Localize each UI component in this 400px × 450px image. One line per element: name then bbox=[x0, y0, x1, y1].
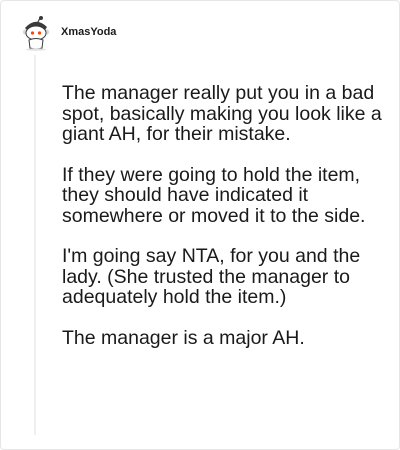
comment-header: XmasYoda bbox=[21, 15, 116, 51]
comment-paragraph: The manager really put you in a bad spot… bbox=[62, 82, 382, 145]
comment-paragraph: If they were going to hold the item, the… bbox=[62, 163, 366, 227]
comment-author[interactable]: XmasYoda bbox=[61, 26, 116, 38]
comment-card: XmasYoda The manager really put you in a… bbox=[0, 0, 400, 450]
comment-paragraph: I'm going say NTA, for you and the lady.… bbox=[62, 245, 361, 308]
thread-line[interactable] bbox=[34, 55, 36, 435]
snoo-avatar-icon[interactable] bbox=[21, 15, 51, 51]
comment-paragraph: The manager is a major AH. bbox=[62, 326, 305, 349]
comment-body: The manager really put you in a bad spot… bbox=[62, 83, 382, 368]
